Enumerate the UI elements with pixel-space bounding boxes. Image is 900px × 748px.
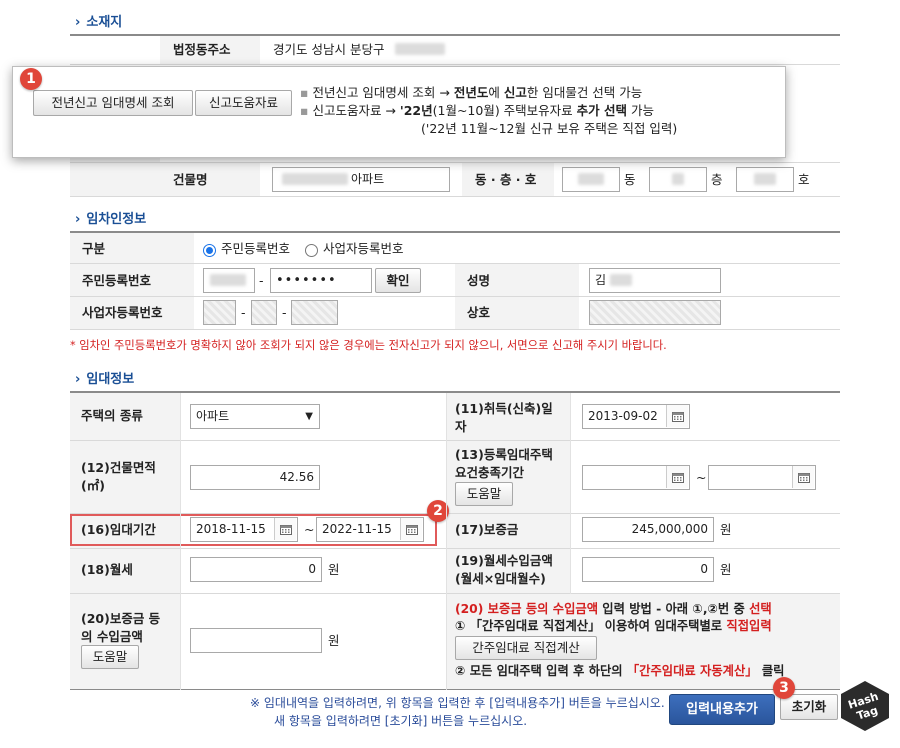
name-input[interactable]: 김 (589, 268, 721, 293)
divider (70, 329, 840, 330)
divider (70, 64, 840, 65)
popup-line-1: ▪ 전년신고 임대명세 조회 → 전년도에 신고한 임대물건 선택 가능 (300, 85, 643, 100)
legal-dong-value: 경기도 성남시 분당구 (273, 42, 385, 57)
dash: - (259, 273, 264, 288)
dash: - (282, 305, 287, 320)
area-label: (12)건물면적 (㎡) (81, 460, 156, 493)
divider (70, 440, 840, 441)
step-badge-1: 1 (20, 68, 42, 90)
footer-note-2: 새 항목을 입력하려면 [초기화] 버튼을 누르십시오. (274, 714, 528, 728)
method-line-3: ② 모든 임대주택 입력 후 하단의 「간주임대료 자동계산」 클릭 (455, 664, 785, 678)
business-no-label: 사업자등록번호 (82, 305, 163, 320)
monthly-income-input[interactable]: 0 (582, 557, 714, 582)
column-separator (570, 393, 571, 594)
house-type-select[interactable]: 아파트 ▼ (190, 404, 320, 429)
popup-line-3: ('22년 11월~12월 신규 보유 주택은 직접 입력) (421, 121, 678, 136)
radio-business-label: 사업자등록번호 (323, 241, 404, 256)
prev-lookup-button[interactable]: 전년신고 임대명세 조회 (33, 90, 193, 116)
section-title-lease: › 임대정보 (75, 372, 135, 387)
ho-unit: 호 (798, 172, 810, 187)
business-no-1-input[interactable] (203, 300, 236, 325)
section-title-tenant: › 임차인정보 (75, 212, 147, 227)
radio-business[interactable] (305, 244, 318, 257)
tenant-notice: * 임차인 주민등록번호가 명확하지 않아 조회가 되지 않은 경우에는 전자신… (70, 339, 667, 352)
blurred-cheung (672, 173, 684, 185)
deposit-income-input[interactable] (190, 628, 322, 653)
monthly-label: (18)월세 (81, 562, 133, 577)
blurred-name (610, 274, 632, 286)
deposit-income-label: (20)보증금 등의 수입금액 (81, 611, 161, 644)
reg-period-label: (13)등록임대주택 요건충족기간 (455, 447, 553, 480)
add-entry-button[interactable]: 입력내용추가 (669, 694, 775, 725)
dash: - (241, 305, 246, 320)
step-badge-3: 3 (773, 677, 795, 699)
direct-calc-button[interactable]: 간주임대료 직접계산 (455, 636, 597, 660)
name-label: 성명 (467, 273, 491, 288)
cheung-unit: 층 (711, 172, 723, 187)
legal-dong-label: 법정동주소 (173, 42, 231, 57)
resident-no-label: 주민등록번호 (82, 273, 152, 288)
calendar-icon[interactable] (666, 466, 688, 488)
blurred-ho (754, 173, 776, 185)
lookup-popup: 전년신고 임대명세 조회 신고도움자료 ▪ 전년신고 임대명세 조회 → 전년도… (12, 66, 786, 158)
chevron-right-icon: › (75, 15, 81, 30)
footer-note-1: ※ 임대내역을 입력하려면, 위 항목을 입력한 후 [입력내용추가] 버튼을 … (250, 696, 665, 710)
chevron-down-icon: ▼ (305, 411, 313, 422)
dong-unit: 동 (624, 172, 636, 187)
divider (70, 548, 840, 549)
reg-period-help-button[interactable]: 도움말 (455, 482, 513, 506)
won-unit: 원 (720, 522, 732, 537)
chevron-right-icon: › (75, 372, 81, 387)
chevron-right-icon: › (75, 212, 81, 227)
tilde: ~ (696, 470, 707, 485)
deposit-input[interactable]: 245,000,000 (582, 517, 714, 542)
deposit-label: (17)보증금 (455, 522, 519, 537)
calendar-icon[interactable] (792, 466, 814, 488)
radio-resident-label: 주민등록번호 (221, 241, 291, 256)
blurred-address (395, 43, 445, 55)
divider (70, 689, 840, 690)
highlight-box-period (70, 514, 437, 546)
business-no-2-input[interactable] (251, 300, 277, 325)
column-separator (446, 393, 447, 690)
acq-date-label: (11)취득(신축)일 자 (455, 401, 553, 434)
dong-cheung-ho-label: 동 · 층 · 호 (475, 172, 537, 187)
column-separator (180, 393, 181, 690)
section-title-location: › 소재지 (75, 15, 123, 30)
trade-name-label: 상호 (467, 305, 491, 320)
resident-no-back-input[interactable]: ••••••• (270, 268, 372, 293)
confirm-button[interactable]: 확인 (375, 268, 421, 293)
method-line-2: ① 「간주임대료 직접계산」 이용하여 임대주택별로 직접입력 (455, 619, 772, 633)
deposit-income-help-button[interactable]: 도움말 (81, 645, 139, 669)
popup-line-2: ▪ 신고도움자료 → '22년(1월~10월) 주택보유자료 추가 선택 가능 (300, 103, 654, 118)
monthly-income-label: (19)월세수입금액 (월세×임대월수) (455, 553, 553, 586)
won-unit: 원 (328, 562, 340, 577)
calendar-icon[interactable] (666, 405, 688, 427)
divider (70, 196, 840, 197)
blurred-dong (578, 173, 604, 185)
method-line-1: (20) 보증금 등의 수입금액 입력 방법 - 아래 ①,②번 중 선택 (455, 602, 772, 616)
monthly-input[interactable]: 0 (190, 557, 322, 582)
hashtag-watermark-logo: Hash Tag (839, 680, 891, 732)
label-cell (70, 163, 260, 196)
house-type-label: 주택의 종류 (81, 408, 143, 423)
won-unit: 원 (720, 562, 732, 577)
blurred-resident-front (210, 274, 246, 286)
won-unit: 원 (328, 633, 340, 648)
business-no-3-input[interactable] (291, 300, 338, 325)
building-name-label: 건물명 (173, 172, 208, 187)
blurred-building (282, 173, 348, 185)
radio-resident[interactable] (203, 244, 216, 257)
area-input[interactable]: 42.56 (190, 465, 320, 490)
trade-name-input[interactable] (589, 300, 721, 325)
type-label: 구분 (82, 241, 106, 256)
help-data-button[interactable]: 신고도움자료 (195, 90, 292, 116)
